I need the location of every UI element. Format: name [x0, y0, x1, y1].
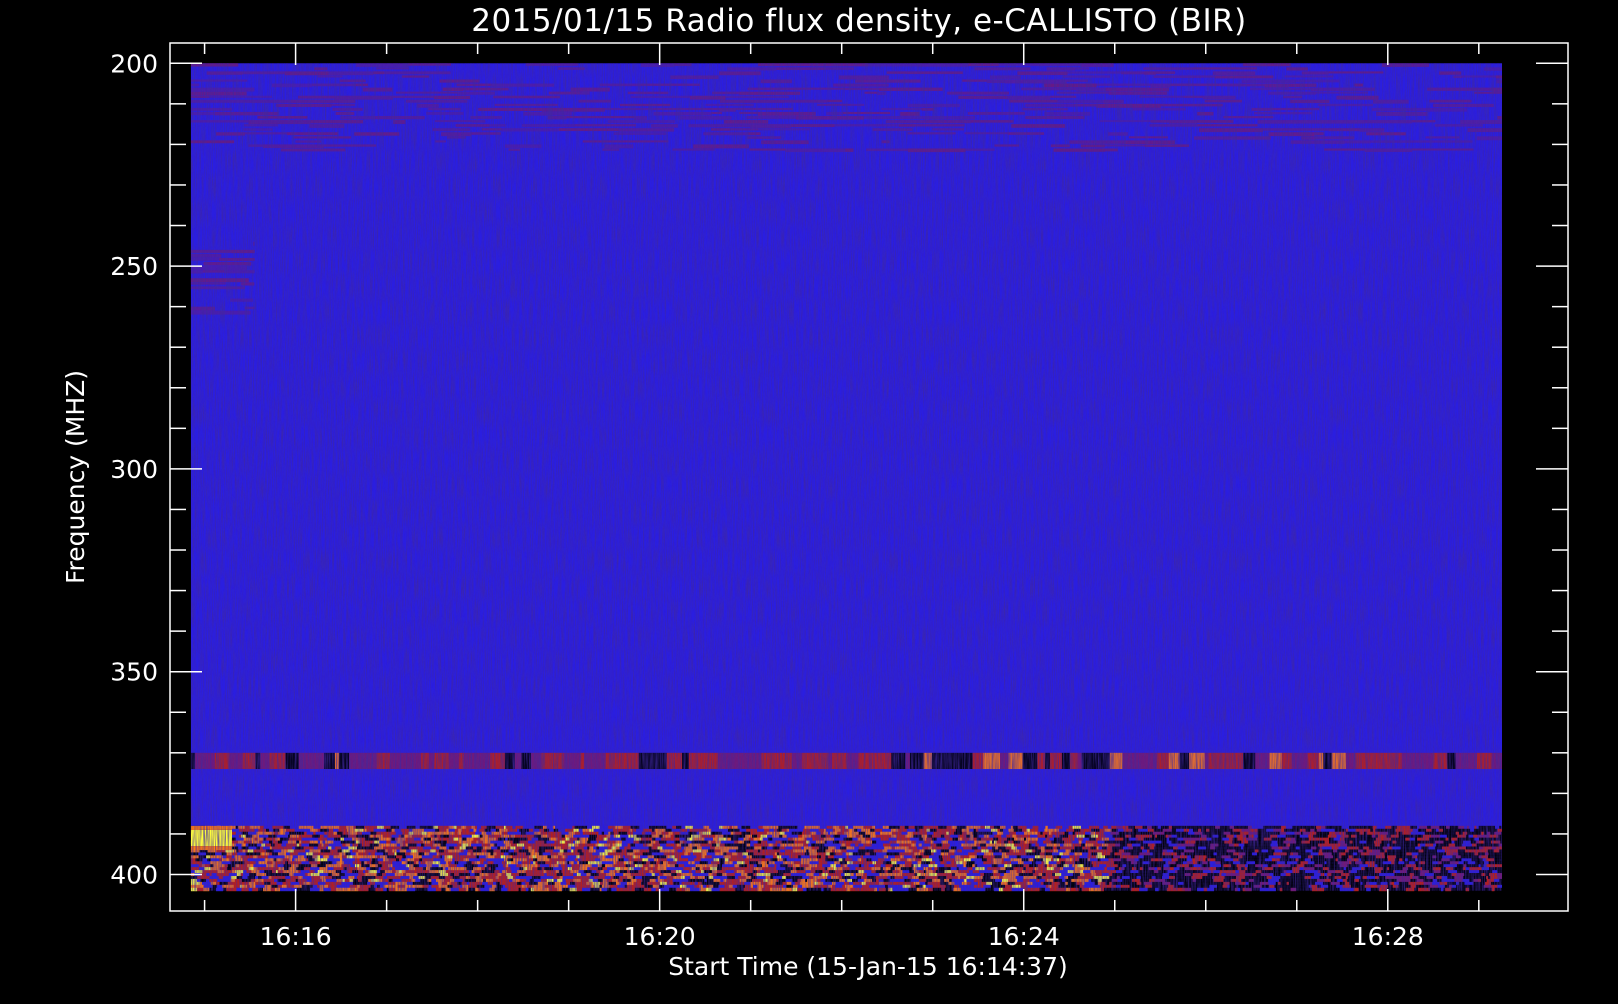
chart-svg: 20025030035040016:1616:2016:2416:28 2015… [0, 0, 1618, 1000]
spectrogram-chart: 20025030035040016:1616:2016:2416:28 2015… [0, 0, 1618, 1000]
